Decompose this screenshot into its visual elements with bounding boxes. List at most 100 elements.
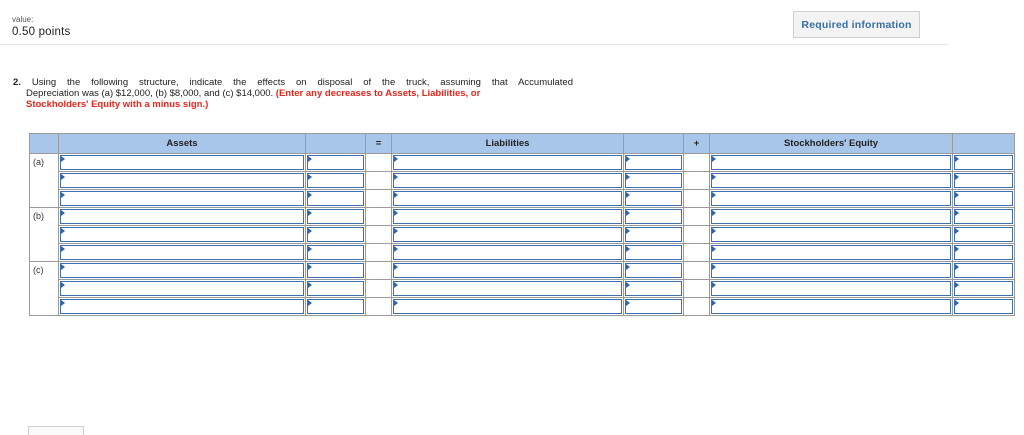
- assets-amount-input[interactable]: [307, 209, 364, 224]
- assets-account-input[interactable]: [60, 299, 304, 314]
- assets-account-input[interactable]: [60, 173, 304, 188]
- liabilities-amount-cell: [623, 225, 684, 244]
- question-number: 2.: [13, 77, 21, 88]
- equity-account-input[interactable]: [711, 245, 951, 260]
- operator-cell: [365, 207, 392, 226]
- equity-amount-input[interactable]: [954, 191, 1013, 206]
- equity-amount-input[interactable]: [954, 209, 1013, 224]
- operator-cell: [365, 279, 392, 298]
- liabilities-amount-cell: [623, 207, 684, 226]
- liabilities-account-cell: [391, 261, 624, 280]
- equity-amount-input[interactable]: [954, 227, 1013, 242]
- liabilities-amount-cell: [623, 189, 684, 208]
- operator-cell: [683, 243, 710, 262]
- assets-account-input[interactable]: [60, 227, 304, 242]
- liabilities-account-input[interactable]: [393, 209, 622, 224]
- liabilities-account-cell: [391, 153, 624, 172]
- liabilities-account-input[interactable]: [393, 281, 622, 296]
- equity-account-input[interactable]: [711, 209, 951, 224]
- operator-cell: [365, 261, 392, 280]
- liabilities-account-input[interactable]: [393, 245, 622, 260]
- assets-account-input[interactable]: [60, 155, 304, 170]
- assets-amount-input[interactable]: [307, 245, 364, 260]
- assets-amount-input[interactable]: [307, 173, 364, 188]
- operator-cell: [683, 207, 710, 226]
- instruction-part-2: Stockholders' Equity with a minus sign.): [26, 99, 209, 110]
- assets-amount-cell: [305, 297, 366, 316]
- liabilities-account-input[interactable]: [393, 299, 622, 314]
- equity-account-input[interactable]: [711, 227, 951, 242]
- liabilities-account-input[interactable]: [393, 191, 622, 206]
- header-assets: Assets: [58, 133, 306, 154]
- equity-amount-cell: [952, 207, 1015, 226]
- liabilities-account-input[interactable]: [393, 227, 622, 242]
- assets-account-cell: [58, 207, 306, 226]
- liabilities-amount-cell: [623, 261, 684, 280]
- assets-amount-input[interactable]: [307, 263, 364, 278]
- liabilities-account-input[interactable]: [393, 173, 622, 188]
- equity-amount-input[interactable]: [954, 299, 1013, 314]
- liabilities-amount-input[interactable]: [625, 173, 682, 188]
- equity-account-input[interactable]: [711, 173, 951, 188]
- operator-cell: [683, 189, 710, 208]
- table-row: [30, 189, 1015, 208]
- required-information-button[interactable]: Required information: [793, 11, 920, 38]
- assets-amount-cell: [305, 189, 366, 208]
- liabilities-amount-input[interactable]: [625, 155, 682, 170]
- operator-cell: [365, 189, 392, 208]
- table-row: [30, 297, 1015, 316]
- liabilities-amount-cell: [623, 297, 684, 316]
- equity-amount-input[interactable]: [954, 263, 1013, 278]
- table-row: (b): [29, 207, 1015, 262]
- equity-amount-cell: [952, 153, 1015, 172]
- assets-account-input[interactable]: [60, 263, 304, 278]
- operator-cell: [365, 153, 392, 172]
- operator-cell: [683, 297, 710, 316]
- assets-account-input[interactable]: [60, 245, 304, 260]
- assets-amount-input[interactable]: [307, 191, 364, 206]
- liabilities-account-input[interactable]: [393, 263, 622, 278]
- assets-amount-input[interactable]: [307, 227, 364, 242]
- equity-amount-cell: [952, 225, 1015, 244]
- equity-amount-input[interactable]: [954, 173, 1013, 188]
- liabilities-amount-input[interactable]: [625, 227, 682, 242]
- assets-amount-cell: [305, 243, 366, 262]
- liabilities-amount-input[interactable]: [625, 245, 682, 260]
- equity-amount-cell: [952, 261, 1015, 280]
- assets-amount-input[interactable]: [307, 281, 364, 296]
- equity-amount-input[interactable]: [954, 155, 1013, 170]
- liabilities-account-input[interactable]: [393, 155, 622, 170]
- liabilities-amount-input[interactable]: [625, 299, 682, 314]
- equity-account-input[interactable]: [711, 191, 951, 206]
- equity-amount-input[interactable]: [954, 281, 1013, 296]
- assets-amount-cell: [305, 225, 366, 244]
- bottom-button[interactable]: [28, 426, 84, 435]
- row-label: (a): [29, 153, 59, 208]
- equity-account-input[interactable]: [711, 299, 951, 314]
- equity-account-input[interactable]: [711, 281, 951, 296]
- assets-amount-input[interactable]: [307, 299, 364, 314]
- operator-cell: [365, 225, 392, 244]
- liabilities-amount-input[interactable]: [625, 281, 682, 296]
- instruction-part-1: (Enter any decreases to Assets, Liabilit…: [275, 88, 481, 99]
- liabilities-amount-input[interactable]: [625, 263, 682, 278]
- operator-cell: [683, 279, 710, 298]
- operator-cell: [683, 261, 710, 280]
- liabilities-amount-input[interactable]: [625, 209, 682, 224]
- equity-account-input[interactable]: [711, 155, 951, 170]
- liabilities-amount-input[interactable]: [625, 191, 682, 206]
- table-row: [30, 243, 1015, 262]
- equity-account-input[interactable]: [711, 263, 951, 278]
- equity-amount-cell: [952, 297, 1015, 316]
- liabilities-account-cell: [391, 297, 624, 316]
- assets-account-input[interactable]: [60, 281, 304, 296]
- assets-account-cell: [58, 225, 306, 244]
- assets-account-input[interactable]: [60, 191, 304, 206]
- table-row: [30, 225, 1015, 244]
- equity-amount-input[interactable]: [954, 245, 1013, 260]
- assets-account-input[interactable]: [60, 209, 304, 224]
- value-label: value:: [12, 15, 34, 24]
- equity-account-cell: [709, 279, 953, 298]
- assets-amount-input[interactable]: [307, 155, 364, 170]
- assets-amount-cell: [305, 261, 366, 280]
